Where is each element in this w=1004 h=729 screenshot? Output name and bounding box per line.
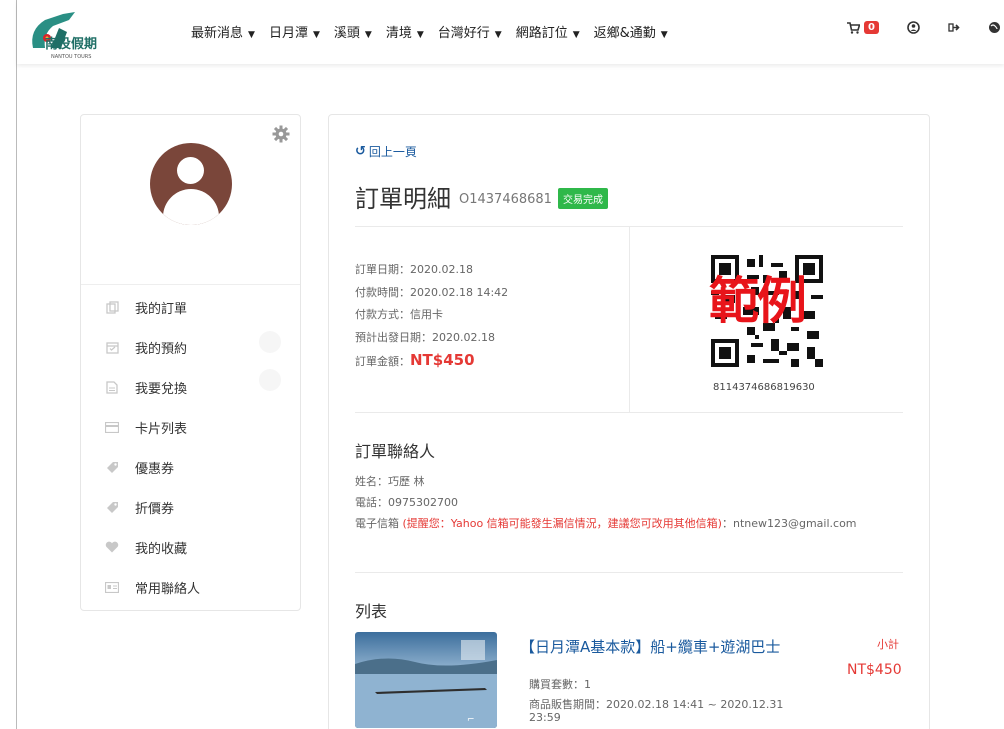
sales-period: 商品販售期間：2020.02.18 14:41 ~ 2020.12.31 23:…	[529, 698, 784, 724]
sidebar-item-label: 常用聯絡人	[135, 581, 201, 597]
top-header: 南投假期 NANTOU TOURS 最新消息 ▼ 日月潭 ▼ 溪頭 ▼ 清境 ▼ 台灣好…	[17, 0, 1004, 64]
sample-watermark: 範例	[709, 271, 807, 330]
caret-down-icon: ▼	[416, 30, 424, 40]
nav-taiwan-tourist-shuttle[interactable]: 台灣好行 ▼	[438, 22, 502, 41]
sidebar-item-my-reservations[interactable]: 我的預約	[81, 327, 300, 367]
sidebar-item-label: 優惠券	[135, 461, 175, 477]
contact-email-row: 電子信箱 (提醒您：Yahoo 信箱可能發生漏信情況，建議您可改用其他信箱)：n…	[355, 513, 857, 534]
caret-down-icon: ▼	[572, 30, 580, 40]
sidebar-item-favorites[interactable]: 我的收藏	[81, 527, 300, 567]
contact-info: 姓名：巧歷 林 電話：0975302700 電子信箱 (提醒您：Yahoo 信箱…	[355, 471, 857, 534]
sidebar-item-redeem[interactable]: 我要兌換	[81, 367, 300, 407]
product-name-link[interactable]: 【日月潭A基本款】船+纜車+遊湖巴士	[520, 636, 780, 657]
purchase-quantity: 購買套數：1	[529, 678, 591, 691]
order-amount: NT$450	[410, 351, 475, 369]
contact-email: ：ntnew123@gmail.com	[721, 517, 857, 530]
contact-phone: 電話：0975302700	[355, 496, 458, 509]
email-warning: (提醒您：Yahoo 信箱可能發生漏信情況，建議您可改用其他信箱)	[402, 517, 722, 530]
card-icon	[105, 420, 119, 434]
order-amount-label: 訂單金額：	[355, 355, 410, 368]
logout-button[interactable]	[948, 22, 960, 33]
caret-down-icon: ▼	[248, 30, 255, 40]
member-sidebar: 我的訂單 我的預約 我要兌換 卡片列表 優惠券 折價券 我的收藏 常用聯絡人	[80, 114, 301, 611]
heart-icon	[105, 540, 119, 554]
site-logo[interactable]: 南投假期 NANTOU TOURS	[23, 8, 133, 60]
nav-xitou[interactable]: 溪頭 ▼	[334, 22, 372, 41]
list-section-title: 列表	[355, 602, 388, 621]
vertical-divider	[629, 226, 630, 412]
account-button[interactable]	[907, 21, 920, 34]
language-button[interactable]: ▼	[988, 21, 1004, 34]
contact-name: 姓名：巧歷 林	[355, 475, 425, 488]
nav-commute[interactable]: 返鄉&通勤 ▼	[594, 22, 668, 41]
nav-online-booking[interactable]: 網路訂位 ▼	[516, 22, 580, 41]
contact-card-icon	[105, 580, 119, 594]
window-edge	[16, 0, 17, 729]
sidebar-item-discount-vouchers[interactable]: 折價券	[81, 487, 300, 527]
sidebar-item-label: 我要兌換	[135, 381, 188, 397]
sidebar-item-my-orders[interactable]: 我的訂單	[81, 287, 300, 327]
sidebar-item-coupons[interactable]: 優惠券	[81, 447, 300, 487]
svg-text:⌐: ⌐	[467, 715, 475, 725]
cart-count-badge: 0	[864, 21, 879, 34]
product-image[interactable]: ⌐	[355, 632, 497, 728]
gear-icon	[272, 125, 290, 143]
sidebar-item-label: 我的訂單	[135, 301, 188, 317]
payment-method: 付款方式：信用卡	[355, 308, 443, 321]
sidebar-divider	[81, 284, 300, 285]
user-icon	[907, 21, 920, 34]
nav-cingjing[interactable]: 清境 ▼	[386, 22, 424, 41]
avatar[interactable]	[150, 143, 232, 225]
sidebar-item-contacts[interactable]: 常用聯絡人	[81, 567, 300, 607]
header-actions: 0 ▼	[847, 21, 1004, 34]
tag-icon	[105, 460, 119, 474]
nav-sun-moon-lake[interactable]: 日月潭 ▼	[269, 22, 320, 41]
tag-icon	[105, 500, 119, 514]
divider	[355, 572, 903, 573]
caret-down-icon: ▼	[494, 30, 502, 40]
order-icon	[105, 300, 119, 314]
sidebar-item-label: 我的收藏	[135, 541, 188, 557]
sidebar-item-cards[interactable]: 卡片列表	[81, 407, 300, 447]
page-title: 訂單明細	[355, 185, 451, 213]
sidebar-item-label: 折價券	[135, 501, 175, 517]
subtotal-amount: NT$450	[847, 662, 902, 678]
order-date: 訂單日期：2020.02.18	[355, 263, 473, 276]
calendar-icon	[105, 340, 119, 354]
divider	[355, 412, 903, 413]
email-label: 電子信箱	[355, 517, 399, 530]
main-nav: 最新消息 ▼ 日月潭 ▼ 溪頭 ▼ 清境 ▼ 台灣好行 ▼ 網路訂位 ▼ 返鄉&通勤 ▼	[191, 22, 682, 41]
nav-news[interactable]: 最新消息 ▼	[191, 22, 255, 41]
cart-icon	[847, 21, 860, 34]
logo-text: 南投假期	[45, 36, 97, 52]
cart-button[interactable]: 0	[847, 21, 879, 34]
order-info: 訂單日期：2020.02.18 付款時間：2020.02.18 14:42 付款…	[355, 259, 508, 374]
undo-icon: ↺	[355, 144, 366, 159]
status-badge: 交易完成	[557, 188, 608, 209]
qr-code-number: 8114374686819630	[713, 382, 815, 393]
subtotal-label: 小計	[877, 638, 899, 651]
caret-down-icon: ▼	[660, 30, 668, 40]
caret-down-icon: ▼	[364, 30, 372, 40]
contact-section-title: 訂單聯絡人	[355, 442, 436, 461]
sidebar-menu: 我的訂單 我的預約 我要兌換 卡片列表 優惠券 折價券 我的收藏 常用聯絡人	[81, 287, 300, 607]
order-detail-panel: ↺ 回上一頁 訂單明細 O1437468681 交易完成 訂單日期：2020.0…	[328, 114, 930, 729]
logo-subtext: NANTOU TOURS	[51, 54, 91, 60]
back-link-label: 回上一頁	[368, 145, 417, 159]
back-link[interactable]: ↺ 回上一頁	[355, 143, 417, 160]
order-amount-row: 訂單金額：NT$450	[355, 349, 508, 374]
order-number: O1437468681	[459, 192, 552, 207]
sidebar-item-label: 我的預約	[135, 341, 188, 357]
payment-time: 付款時間：2020.02.18 14:42	[355, 285, 509, 299]
sign-out-icon	[948, 23, 960, 32]
departure-date: 預計出發日期：2020.02.18	[355, 330, 495, 344]
sidebar-item-label: 卡片列表	[135, 421, 188, 437]
settings-button[interactable]	[272, 125, 290, 143]
globe-icon	[988, 22, 1000, 33]
caret-down-icon: ▼	[312, 30, 320, 40]
title-row: 訂單明細 O1437468681 交易完成	[355, 179, 608, 214]
document-icon	[105, 380, 119, 394]
